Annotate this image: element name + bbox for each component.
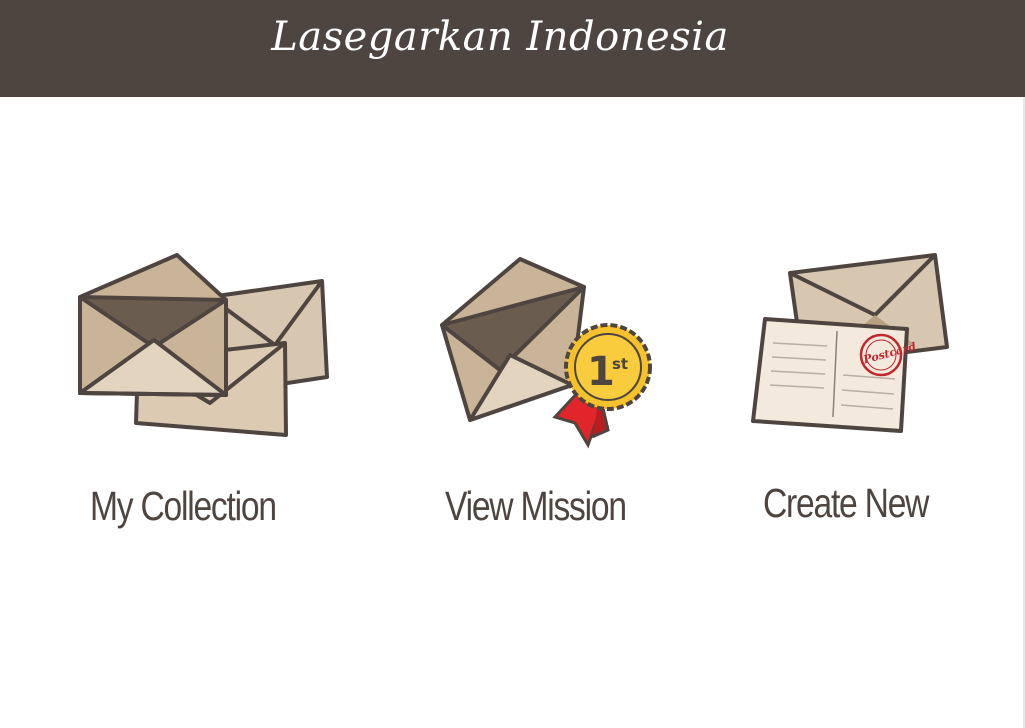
envelope-postcard-icon: Postcard — [751, 253, 949, 433]
envelope-first-place-badge-icon: 1 st — [440, 257, 652, 449]
badge-rank-number: 1 — [587, 349, 615, 395]
app-title: Lasegarkan Indonesia — [271, 14, 729, 60]
view-mission-label: View Mission — [445, 483, 627, 529]
view-mission-button[interactable]: 1 st View Mission — [430, 245, 670, 545]
badge-rank-suffix: st — [612, 355, 628, 373]
app-header: Lasegarkan Indonesia — [0, 0, 1025, 97]
my-collection-label: My Collection — [90, 483, 277, 529]
envelopes-stack-icon — [78, 253, 329, 437]
create-new-button[interactable]: Postcard Create New — [745, 245, 965, 545]
create-new-label: Create New — [763, 480, 929, 526]
my-collection-button[interactable]: My Collection — [70, 245, 340, 545]
